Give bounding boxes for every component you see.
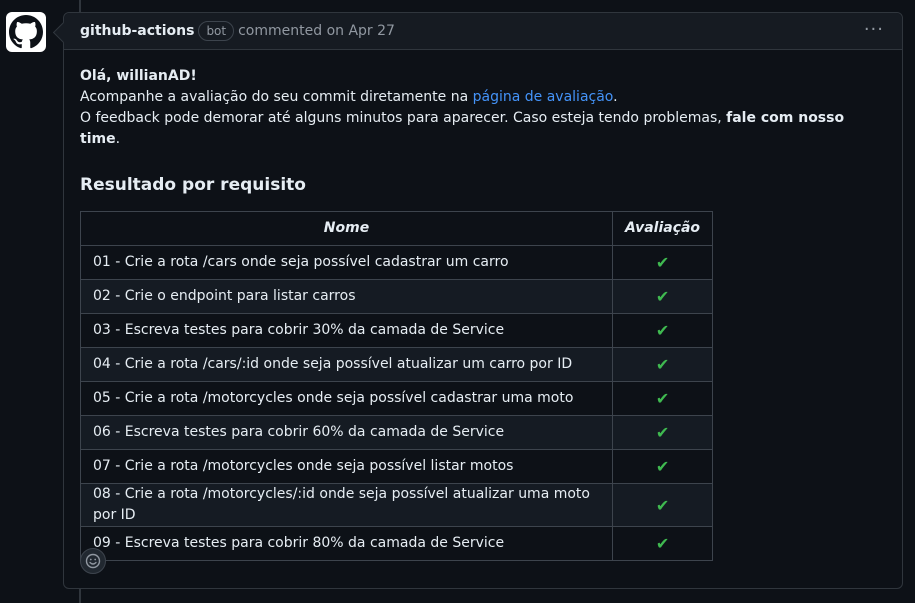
add-reaction-button[interactable] (80, 548, 106, 574)
kebab-icon[interactable]: ··· (864, 21, 884, 39)
feedback-text: O feedback pode demorar até alguns minut… (80, 110, 727, 126)
requirements-table: Nome Avaliação 01 - Crie a rota /cars on… (80, 211, 714, 561)
table-header-row: Nome Avaliação (80, 211, 714, 246)
requirement-name: 01 - Crie a rota /cars onde seja possíve… (80, 245, 613, 280)
comment-header: github-actions bot commented on Apr 27 ·… (64, 13, 902, 50)
table-row: 02 - Crie o endpoint para listar carros … (80, 279, 714, 314)
evaluation-text: Acompanhe a avaliação do seu commit dire… (80, 89, 473, 105)
section-title: Resultado por requisito (80, 175, 306, 195)
requirement-name: 06 - Escreva testes para cobrir 60% da c… (80, 415, 613, 450)
check-icon: ✔ (611, 245, 714, 280)
requirement-name: 09 - Escreva testes para cobrir 80% da c… (80, 526, 613, 561)
table-row: 04 - Crie a rota /cars/:id onde seja pos… (80, 347, 714, 382)
feedback-line: O feedback pode demorar até alguns minut… (80, 108, 886, 150)
check-icon: ✔ (611, 313, 714, 348)
table-row: 01 - Crie a rota /cars onde seja possíve… (80, 245, 714, 280)
table-row: 03 - Escreva testes para cobrir 30% da c… (80, 313, 714, 348)
evaluation-page-link[interactable]: página de avaliação (473, 89, 614, 105)
table-row: 09 - Escreva testes para cobrir 80% da c… (80, 526, 714, 561)
table-row: 05 - Crie a rota /motorcycles onde seja … (80, 381, 714, 416)
requirement-name: 05 - Crie a rota /motorcycles onde seja … (80, 381, 613, 416)
author-link[interactable]: github-actions (80, 23, 194, 39)
check-icon: ✔ (611, 526, 714, 561)
comment-body: Olá, willianAD! Acompanhe a avaliação do… (64, 50, 902, 561)
smiley-icon (85, 553, 101, 569)
requirement-name: 02 - Crie o endpoint para listar carros (80, 279, 613, 314)
comment-timestamp[interactable]: commented on Apr 27 (238, 23, 395, 39)
check-icon: ✔ (611, 483, 714, 527)
evaluation-suffix: . (613, 89, 618, 105)
check-icon: ✔ (611, 347, 714, 382)
requirement-name: 08 - Crie a rota /motorcycles/:id onde s… (80, 483, 613, 527)
requirement-name: 07 - Crie a rota /motorcycles onde seja … (80, 449, 613, 484)
column-header-evaluation: Avaliação (611, 211, 714, 246)
table-row: 07 - Crie a rota /motorcycles onde seja … (80, 449, 714, 484)
column-header-name: Nome (80, 211, 613, 246)
greeting: Olá, willianAD! (80, 68, 197, 84)
github-logo-icon (9, 15, 43, 49)
requirement-name: 04 - Crie a rota /cars/:id onde seja pos… (80, 347, 613, 382)
table-row: 08 - Crie a rota /motorcycles/:id onde s… (80, 483, 714, 527)
feedback-suffix: . (115, 131, 121, 147)
requirement-name: 03 - Escreva testes para cobrir 30% da c… (80, 313, 613, 348)
avatar[interactable] (6, 12, 46, 52)
bot-badge: bot (198, 21, 235, 41)
check-icon: ✔ (611, 279, 714, 314)
table-row: 06 - Escreva testes para cobrir 60% da c… (80, 415, 714, 450)
check-icon: ✔ (611, 381, 714, 416)
comment-card: github-actions bot commented on Apr 27 ·… (63, 12, 903, 589)
check-icon: ✔ (611, 449, 714, 484)
evaluation-line: Acompanhe a avaliação do seu commit dire… (80, 87, 886, 108)
check-icon: ✔ (611, 415, 714, 450)
